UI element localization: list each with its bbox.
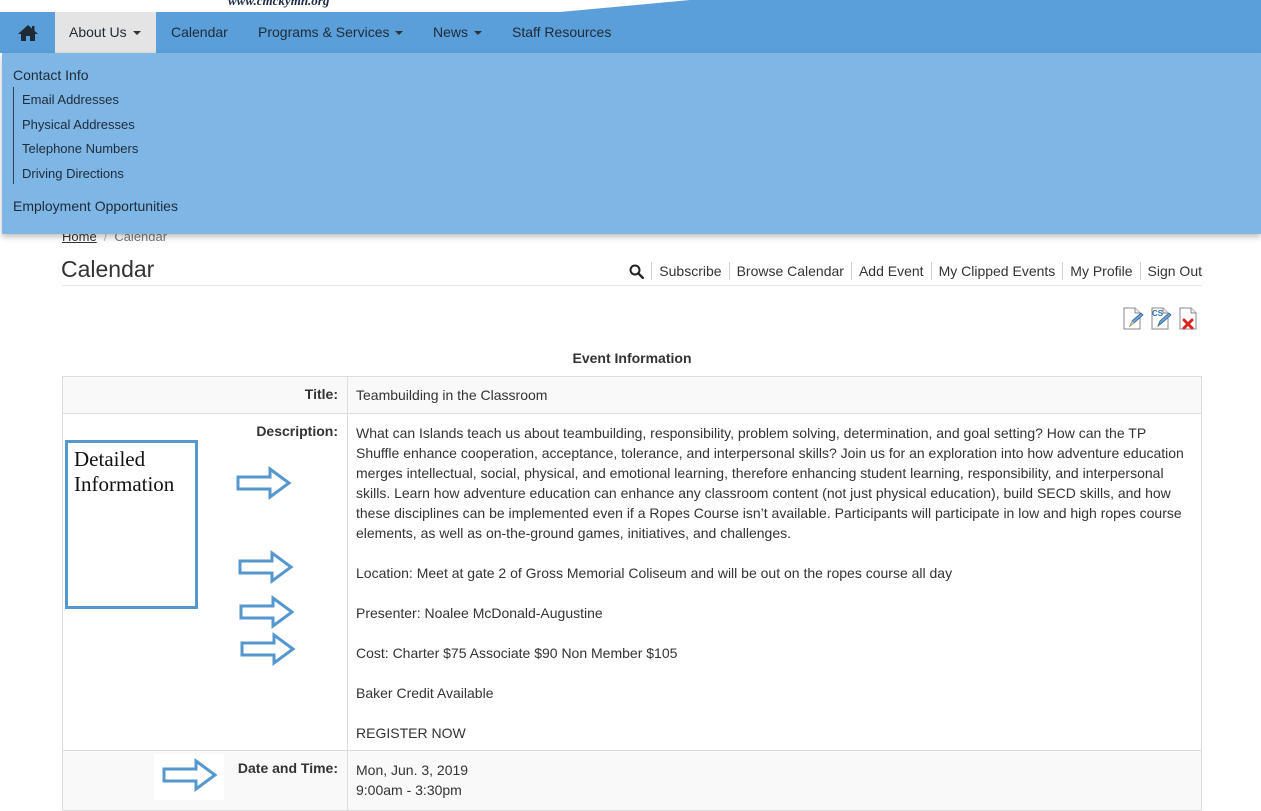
annotation-arrow-icon — [240, 632, 296, 666]
dropdown-contact-info[interactable]: Contact Info — [13, 67, 89, 83]
event-date-time: Mon, Jun. 3, 2019 9:00am - 3:30pm — [347, 750, 1202, 811]
event-description: What can Islands teach us about teambuil… — [347, 413, 1202, 751]
dropdown-telephone-numbers[interactable]: Telephone Numbers — [22, 141, 138, 156]
my-profile-link[interactable]: My Profile — [1062, 262, 1139, 280]
annotation-arrow-icon — [239, 595, 295, 629]
copy-document-icon[interactable]: CS — [1150, 305, 1172, 331]
my-clipped-events-link[interactable]: My Clipped Events — [930, 262, 1063, 280]
dropdown-physical-addresses[interactable]: Physical Addresses — [22, 117, 135, 132]
nav-calendar-label: Calendar — [171, 24, 228, 40]
search-icon[interactable] — [629, 264, 645, 279]
title-divider — [62, 285, 1202, 286]
home-nav-button[interactable] — [0, 12, 55, 53]
table-row: Date and Time: Mon, Jun. 3, 2019 9:00am … — [62, 750, 1202, 811]
nav-about-us[interactable]: About Us — [55, 12, 156, 53]
home-icon — [18, 25, 38, 41]
caret-down-icon — [474, 31, 483, 36]
sign-out-link[interactable]: Sign Out — [1139, 262, 1202, 280]
nav-calendar[interactable]: Calendar — [171, 12, 228, 53]
annotation-text: Detailed Information — [74, 447, 174, 497]
dropdown-driving-directions[interactable]: Driving Directions — [22, 166, 124, 181]
annotation-arrow-icon — [236, 466, 292, 500]
nav-programs-services[interactable]: Programs & Services — [258, 12, 404, 53]
nav-about-us-label: About Us — [69, 24, 127, 40]
delete-document-icon[interactable] — [1178, 305, 1200, 331]
dropdown-employment-opportunities[interactable]: Employment Opportunities — [13, 198, 178, 214]
caret-down-icon — [132, 31, 141, 36]
nav-staff-resources[interactable]: Staff Resources — [512, 12, 611, 53]
credit-text: Baker Credit Available — [356, 685, 494, 701]
annotation-box: Detailed Information — [65, 440, 198, 609]
annotation-arrow-icon — [162, 758, 218, 792]
location-text: Location: Meet at gate 2 of Gross Memori… — [356, 565, 953, 581]
description-paragraph: What can Islands teach us about teambuil… — [356, 425, 1184, 541]
nav-news-label: News — [433, 24, 469, 40]
svg-text:CS: CS — [1152, 309, 1164, 318]
event-time: 9:00am - 3:30pm — [356, 782, 462, 798]
nav-programs-label: Programs & Services — [258, 24, 390, 40]
banner-graphic — [560, 0, 1261, 12]
dropdown-email-addresses[interactable]: Email Addresses — [22, 92, 119, 107]
nav-news[interactable]: News — [433, 12, 483, 53]
presenter-text: Presenter: Noalee McDonald-Augustine — [356, 605, 603, 621]
subscribe-link[interactable]: Subscribe — [651, 262, 728, 280]
banner-url: www.cmckymn.org — [228, 0, 330, 8]
edit-document-icon[interactable] — [1122, 305, 1144, 331]
event-title: Teambuilding in the Classroom — [347, 376, 1202, 414]
about-us-dropdown: Contact Info Email Addresses Physical Ad… — [2, 53, 1261, 234]
register-now-link[interactable]: REGISTER NOW — [356, 723, 1193, 743]
annotation-arrow-icon — [238, 550, 294, 584]
browse-calendar-link[interactable]: Browse Calendar — [728, 262, 851, 280]
page-title: Calendar — [61, 256, 155, 282]
dropdown-submenu-divider — [13, 87, 14, 184]
table-row: Description: What can Islands teach us a… — [62, 413, 1202, 751]
annotation-line-2: Information — [74, 472, 175, 496]
event-info-heading: Event Information — [572, 350, 692, 366]
nav-staff-label: Staff Resources — [512, 24, 612, 40]
annotation-line-1: Detailed — [74, 447, 146, 471]
event-details-table: Title: Teambuilding in the Classroom Des… — [62, 376, 1202, 811]
title-label: Title: — [62, 376, 348, 414]
add-event-link[interactable]: Add Event — [850, 262, 931, 280]
event-date: Mon, Jun. 3, 2019 — [356, 762, 469, 778]
site-banner: www.cmckymn.org — [0, 0, 1261, 12]
main-navbar: About Us Calendar Programs & Services Ne… — [0, 12, 1261, 53]
table-row: Title: Teambuilding in the Classroom — [62, 376, 1202, 414]
caret-down-icon — [395, 31, 404, 36]
cost-text: Cost: Charter $75 Associate $90 Non Memb… — [356, 645, 678, 661]
calendar-toolbar: Subscribe Browse Calendar Add Event My C… — [629, 262, 1202, 280]
